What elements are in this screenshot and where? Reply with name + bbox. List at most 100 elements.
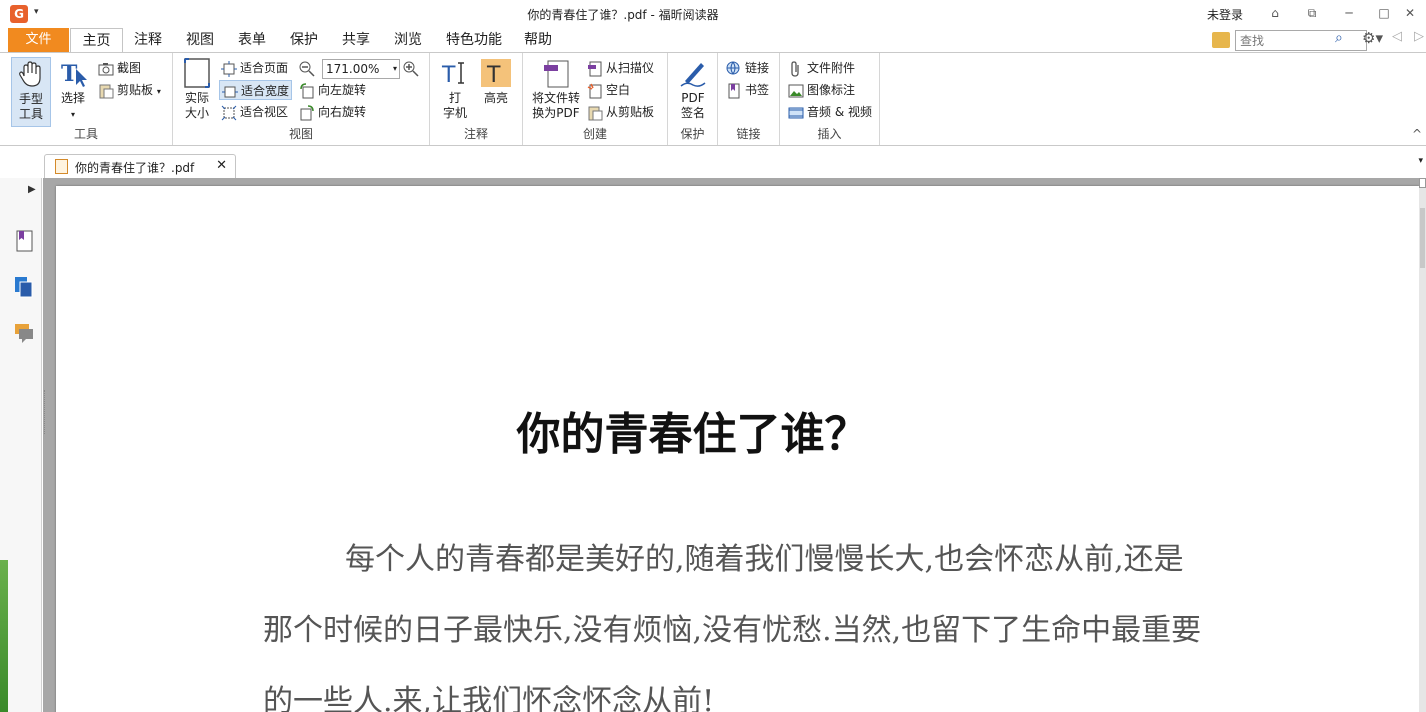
tab-list-dropdown-icon[interactable]: ▾ [1418, 156, 1423, 166]
search-input[interactable] [1235, 30, 1367, 51]
fit-page-label: 适合页面 [240, 61, 289, 75]
search-icon[interactable]: ⌕ [1335, 30, 1343, 46]
highlight-button[interactable]: T 高亮 [479, 57, 513, 127]
maximize-icon[interactable]: □ [1374, 4, 1394, 22]
from-clipboard-button[interactable]: 从剪贴板 [587, 102, 654, 122]
group-create: 将文件转 换为PDF 从扫描仪 空白 从剪贴板 创建 [523, 53, 668, 145]
title-bar: G ▾ 你的青春住了谁？.pdf - 福昕阅读器 未登录 ⌂ ⧉ ─ □ ✕ [0, 0, 1426, 28]
search-folder-icon[interactable] [1212, 32, 1230, 48]
tab-form[interactable]: 表单 [230, 28, 274, 52]
tab-protect[interactable]: 保护 [282, 28, 326, 52]
group-links-label: 链接 [736, 127, 761, 141]
paperclip-icon [791, 60, 799, 77]
fit-page-icon [221, 60, 237, 77]
typewriter-button[interactable]: T 打 字机 [438, 57, 472, 127]
group-view-label: 视图 [288, 127, 313, 141]
scroll-up-button[interactable] [1419, 178, 1426, 188]
fit-width-button[interactable]: 适合宽度 [219, 80, 293, 100]
fit-visible-button[interactable]: 适合视区 [221, 102, 288, 122]
tab-share[interactable]: 共享 [334, 28, 378, 52]
close-icon[interactable]: ✕ [1400, 4, 1420, 22]
rotate-left-icon [300, 82, 314, 98]
typewriter-label: 打 字机 [442, 91, 467, 120]
group-protect-label: 保护 [680, 127, 705, 141]
image-icon [788, 84, 804, 97]
select-text-icon: T [61, 61, 87, 87]
pen-icon [680, 63, 706, 87]
gear-icon[interactable]: ⚙▾ [1362, 29, 1383, 47]
layout-icon[interactable]: ⧉ [1302, 4, 1322, 22]
rotate-right-button[interactable]: 向右旋转 [299, 102, 366, 122]
tab-browse[interactable]: 浏览 [386, 28, 430, 52]
actual-size-icon [184, 58, 210, 88]
bookmark-button[interactable]: 书签 [726, 80, 769, 100]
link-button[interactable]: 链接 [726, 58, 769, 78]
camera-icon [98, 62, 114, 75]
convert-to-pdf-button[interactable]: 将文件转 换为PDF [529, 57, 583, 127]
tab-help[interactable]: 帮助 [516, 28, 560, 52]
blank-button[interactable]: 空白 [587, 80, 630, 100]
convert-file-icon [544, 60, 569, 88]
hand-icon [19, 61, 41, 87]
expand-panel-icon[interactable]: ▶ [28, 184, 36, 195]
group-create-label: 创建 [582, 127, 607, 141]
ribbon-collapse-icon[interactable]: ^ [1412, 127, 1422, 141]
from-scanner-button[interactable]: 从扫描仪 [587, 58, 654, 78]
minimize-icon[interactable]: ─ [1339, 4, 1359, 22]
chevron-down-icon[interactable]: ▾ [393, 60, 397, 78]
rotate-right-label: 向右旋转 [318, 105, 367, 119]
clipboard-label: 剪贴板 [117, 83, 154, 97]
hand-tool-button[interactable]: 手型 工具 [11, 57, 51, 127]
comments-panel-icon[interactable] [14, 322, 34, 344]
image-annotation-button[interactable]: 图像标注 [788, 80, 855, 100]
document-tab-label: 你的青春住了谁？.pdf [75, 161, 195, 175]
tab-features[interactable]: 特色功能 [438, 28, 510, 52]
nav-forward-icon[interactable]: ▷ [1414, 29, 1424, 44]
group-insert: 文件附件 图像标注 音频 & 视频 插入 [780, 53, 880, 145]
scrollbar-thumb[interactable] [1420, 208, 1425, 268]
vertical-scrollbar[interactable] [1419, 178, 1426, 712]
tab-view[interactable]: 视图 [178, 28, 222, 52]
group-links: 链接 书签 链接 [718, 53, 780, 145]
pages-panel-icon[interactable] [14, 276, 34, 298]
window-title: 你的青春住了谁？.pdf - 福昕阅读器 [527, 8, 719, 22]
close-tab-icon[interactable]: ✕ [216, 158, 227, 173]
panel-resize-grip[interactable] [44, 390, 47, 434]
film-icon [788, 107, 804, 118]
blank-label: 空白 [606, 83, 631, 97]
pdf-sign-button[interactable]: PDF 签名 [676, 57, 710, 127]
zoom-value: 171.00% [326, 62, 380, 76]
select-tool-button[interactable]: T 选择 ▾ [56, 57, 90, 127]
from-clipboard-label: 从剪贴板 [606, 105, 655, 119]
bookmarks-panel-icon[interactable] [14, 230, 34, 252]
clipboard-icon [99, 84, 114, 98]
group-insert-label: 插入 [817, 127, 842, 141]
nav-back-icon[interactable]: ◁ [1392, 29, 1402, 44]
snapshot-button[interactable]: 截图 [98, 58, 141, 78]
tab-file[interactable]: 文件 [8, 28, 69, 52]
zoom-in-button[interactable] [403, 58, 422, 78]
tab-home[interactable]: 主页 [70, 28, 123, 52]
fit-page-button[interactable]: 适合页面 [221, 58, 288, 78]
rotate-right-icon [300, 104, 314, 120]
document-view[interactable]: 你的青春住了谁？ 每个人的青春都是美好的,随着我们慢慢长大,也会怀恋从前,还是那… [43, 178, 1419, 712]
share-icon[interactable]: ⌂ [1265, 4, 1285, 22]
ribbon-tabs: 文件 主页 注释 视图 表单 保护 共享 浏览 特色功能 帮助 ⌕ ⚙▾ ◁ ▷ [0, 28, 1426, 52]
zoom-out-button[interactable] [299, 58, 318, 78]
actual-size-button[interactable]: 实际 大小 [179, 57, 215, 127]
zoom-select[interactable]: 171.00% ▾ [322, 59, 400, 79]
fit-width-icon [222, 86, 238, 97]
bookmark-icon [728, 83, 740, 98]
audio-video-button[interactable]: 音频 & 视频 [788, 102, 872, 122]
file-attachment-button[interactable]: 文件附件 [788, 58, 855, 78]
group-comment-label: 注释 [463, 127, 488, 141]
tab-comment[interactable]: 注释 [126, 28, 170, 52]
svg-text:T: T [61, 61, 78, 87]
login-status[interactable]: 未登录 [1207, 6, 1243, 23]
pdf-page[interactable]: 你的青春住了谁？ 每个人的青春都是美好的,随着我们慢慢长大,也会怀恋从前,还是那… [56, 186, 1419, 712]
clipboard-button[interactable]: 剪贴板 ▾ [98, 80, 161, 100]
document-tab-bar: 你的青春住了谁？.pdf ✕ ▾ [0, 146, 1426, 178]
rotate-left-button[interactable]: 向左旋转 [299, 80, 366, 100]
document-tab[interactable]: 你的青春住了谁？.pdf ✕ [44, 154, 236, 178]
fit-visible-label: 适合视区 [240, 105, 289, 119]
